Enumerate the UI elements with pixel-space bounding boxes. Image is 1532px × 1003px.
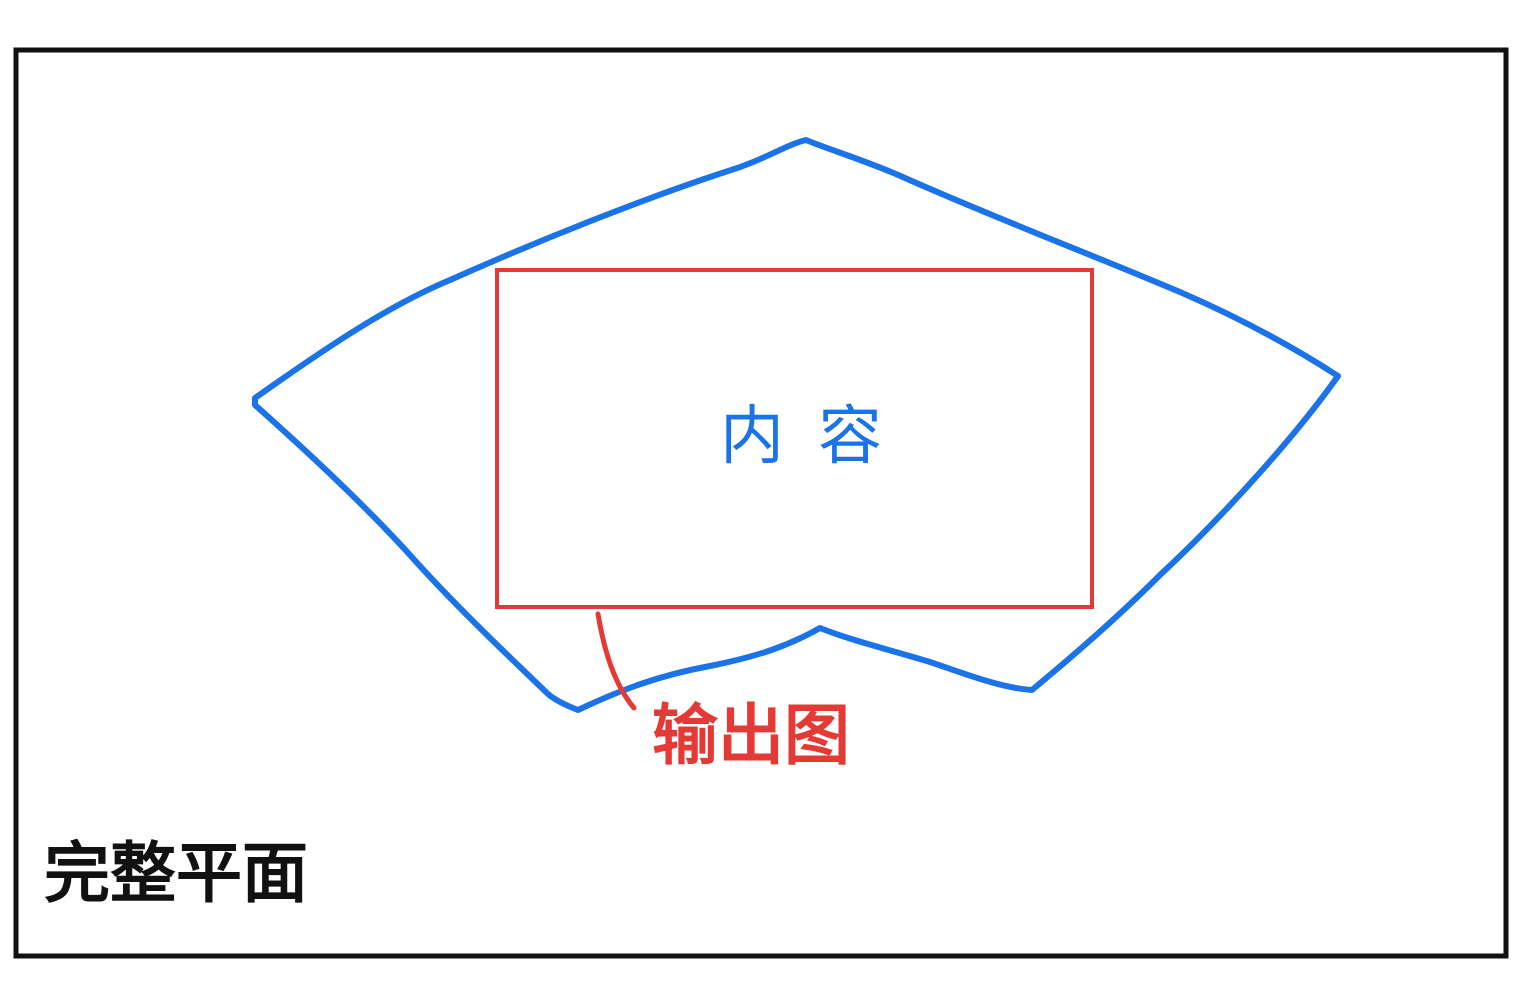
content-label: 内容 — [720, 400, 916, 474]
full-plane-frame — [13, 47, 1509, 959]
full-plane-label: 完整平面 — [44, 835, 308, 912]
diagram-canvas: 内容 输出图 完整平面 — [13, 47, 1509, 959]
output-image-label: 输出图 — [652, 697, 850, 774]
